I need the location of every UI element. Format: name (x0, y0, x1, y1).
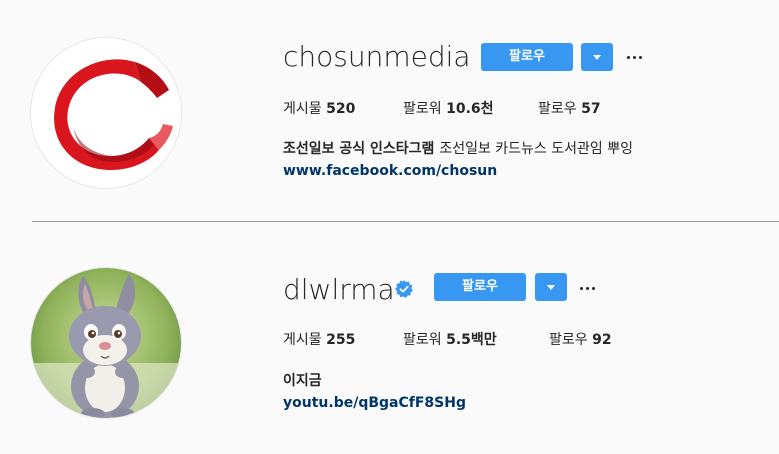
chosun-logo-icon (31, 38, 181, 188)
verified-badge-icon (395, 280, 413, 298)
stat-followers-value: 10.6천 (446, 101, 494, 117)
stat-following[interactable]: 팔로우 57 (538, 98, 601, 118)
bio-text: 조선일보 카드뉴스 도서관임 뿌잉 (439, 141, 633, 157)
more-options-icon[interactable] (626, 52, 644, 62)
bio-external-link[interactable]: youtu.be/qBgaCfF8SHg (283, 395, 466, 411)
stat-following-label: 팔로우 (549, 332, 588, 348)
stat-posts-value: 255 (326, 332, 356, 348)
profile-card-dlwlrma: dlwlrma 팔로우 게시물 255 팔로워 5.5백만 팔로우 92 이지금… (0, 222, 779, 454)
stat-followers[interactable]: 팔로워 5.5백만 (403, 329, 497, 349)
stat-posts-label: 게시물 (283, 101, 322, 117)
stat-following-label: 팔로우 (538, 101, 577, 117)
bio-full-name: 조선일보 공식 인스타그램 (283, 141, 435, 157)
follow-button[interactable]: 팔로우 (434, 273, 526, 301)
chevron-down-icon (547, 285, 555, 290)
follow-button[interactable]: 팔로우 (481, 43, 573, 71)
stat-followers-value: 5.5백만 (446, 332, 497, 348)
stat-following-value: 92 (592, 332, 612, 348)
profile-username: dlwlrma (283, 273, 395, 306)
bio-full-name: 이지금 (283, 373, 322, 389)
stat-posts: 게시물 520 (283, 98, 355, 118)
more-options-icon[interactable] (579, 283, 597, 293)
stat-following[interactable]: 팔로우 92 (549, 329, 612, 349)
stat-followers-label: 팔로워 (403, 101, 442, 117)
stat-followers-label: 팔로워 (403, 332, 442, 348)
stat-posts: 게시물 255 (283, 329, 355, 349)
rabbit-avatar-icon (31, 268, 181, 418)
profile-bio: 이지금 (283, 370, 322, 390)
chevron-down-icon (593, 55, 601, 60)
profile-bio: 조선일보 공식 인스타그램 조선일보 카드뉴스 도서관임 뿌잉 (283, 138, 633, 158)
stat-followers[interactable]: 팔로워 10.6천 (403, 98, 494, 118)
profile-avatar[interactable] (31, 268, 181, 418)
profile-stats: 게시물 520 팔로워 10.6천 팔로우 57 (283, 98, 683, 118)
suggestions-dropdown-button[interactable] (535, 273, 567, 301)
stat-posts-label: 게시물 (283, 332, 322, 348)
bio-external-link[interactable]: www.facebook.com/chosun (283, 163, 497, 179)
profile-username: chosunmedia (283, 40, 471, 73)
profile-stats: 게시물 255 팔로워 5.5백만 팔로우 92 (283, 329, 683, 349)
suggestions-dropdown-button[interactable] (581, 43, 613, 71)
profile-avatar[interactable] (31, 38, 181, 188)
stat-posts-value: 520 (326, 101, 356, 117)
stat-following-value: 57 (581, 101, 601, 117)
profile-card-chosunmedia: chosunmedia 팔로우 게시물 520 팔로워 10.6천 팔로우 57… (0, 0, 779, 221)
